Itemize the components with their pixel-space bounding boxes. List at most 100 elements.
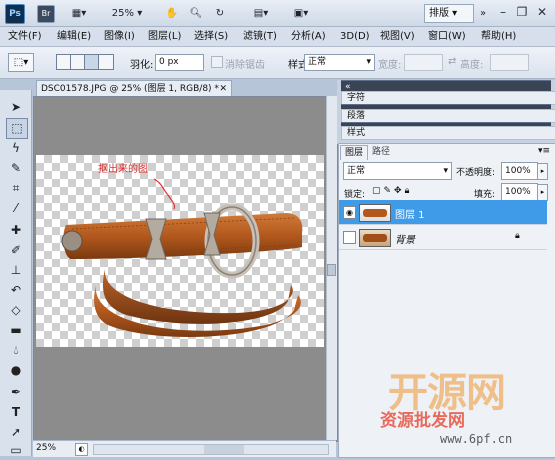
status-zoom[interactable]: 25% [36,443,56,453]
width-input[interactable] [404,54,443,71]
workspace-switcher[interactable]: 排版 ▾ [424,4,474,23]
fill-slider-button[interactable]: ▸ [537,184,548,201]
move-tool-icon[interactable]: ➤ [6,98,26,117]
tab-layers[interactable]: 图层 [340,145,369,160]
style-dropdown[interactable]: 正常 ▾ [304,54,375,71]
menu-window[interactable]: 窗口(W) [428,27,466,46]
fill-input[interactable]: 100% [501,183,538,201]
antialias-label: 消除锯齿 [225,60,265,71]
photoshop-logo: Ps [5,4,25,24]
horizontal-scrollbar[interactable] [93,444,329,455]
panel-menu-icon[interactable]: ▾≡ [538,146,550,156]
opacity-input[interactable]: 100% [501,162,538,180]
tab-paths[interactable]: 路径 [368,145,394,159]
lock-label: 锁定: [344,190,366,200]
scroll-thumb[interactable] [327,264,336,276]
close-icon[interactable]: ✕ [533,3,551,21]
zoom-tool-icon[interactable]: 🔍︎ [186,4,206,24]
opacity-label: 不透明度: [456,168,496,178]
blend-mode-dropdown[interactable]: 正常 ▾ [343,162,452,180]
history-brush-tool-icon[interactable]: ↶ [6,281,26,300]
quick-select-tool-icon[interactable]: ✎ [6,159,26,178]
eraser-tool-icon[interactable]: ◇ [6,301,26,320]
blur-tool-icon[interactable]: 💧︎ [6,341,26,360]
status-bar: 25% ◐ [33,440,336,457]
healing-brush-tool-icon[interactable]: ✚ [6,221,26,240]
toolbox: ➤ ⬚ ϟ ✎ ⌗ ⁄ ✚ ✐ ⊥ ↶ ◇ ▬ 💧︎ ● ✒ T ➚ ▭ [0,90,32,457]
layer-row-background[interactable]: 背景 🔒︎ [339,225,547,250]
view-extras-button[interactable]: ▦▾ [64,4,94,24]
screen-mode-button[interactable]: ▣▾ [285,4,317,24]
crop-tool-icon[interactable]: ⌗ [6,179,26,198]
rotate-view-icon[interactable]: ↻ [210,4,230,24]
menu-3d[interactable]: 3D(D) [340,27,370,46]
type-tool-icon[interactable]: T [6,403,26,422]
marquee-tool-icon[interactable]: ⬚ [6,118,28,139]
zoom-level-dropdown[interactable]: 25% ▾ [106,4,148,24]
menu-image[interactable]: 图像(I) [104,27,135,46]
menu-view[interactable]: 视图(V) [380,27,415,46]
lasso-tool-icon[interactable]: ϟ [6,139,26,158]
width-label: 宽度: [378,60,402,71]
options-bar: ⬚▾ 羽化: 0 px 消除锯齿 样式: 正常 ▾ 宽度: ⇄ 高度: [0,47,555,79]
bridge-button[interactable]: Br [37,5,55,23]
menu-layer[interactable]: 图层(L) [148,27,181,46]
belt-image [61,178,303,337]
visibility-eye-icon[interactable]: ◉ [343,206,356,219]
blend-mode-value: 正常 [347,166,366,176]
minimize-icon[interactable]: – [494,3,512,21]
document-tab[interactable]: DSC01578.JPG @ 25% (图层 1, RGB/8) * ✕ [36,80,232,97]
arrange-documents-button[interactable]: ▤▾ [245,4,277,24]
menu-filter[interactable]: 滤镜(T) [243,27,277,46]
vertical-scrollbar[interactable] [326,96,337,440]
menu-bar: 文件(F) 编辑(E) 图像(I) 图层(L) 选择(S) 滤镜(T) 分析(A… [0,27,555,47]
hand-tool-icon[interactable]: ✋ [162,4,182,24]
layer-thumbnail [359,204,391,222]
style-value: 正常 [308,57,327,67]
opacity-slider-button[interactable]: ▸ [537,163,548,180]
panel-styles[interactable]: 样式 [341,126,555,140]
menu-edit[interactable]: 编辑(E) [57,27,91,46]
eyedropper-tool-icon[interactable]: ⁄ [6,199,26,218]
dodge-tool-icon[interactable]: ● [6,361,26,380]
lock-icons[interactable]: ▢✎✥🔒︎ [372,186,412,196]
lock-icon: 🔒︎ [515,231,520,241]
intersect-selection-icon[interactable] [98,54,114,70]
layer-row-layer1[interactable]: ◉ 图层 1 [339,200,547,225]
panel-paragraph[interactable]: 段落 [341,109,555,123]
panel-character[interactable]: 字符 [341,91,555,105]
path-select-tool-icon[interactable]: ➚ [6,423,26,442]
height-label: 高度: [460,60,484,71]
clone-stamp-tool-icon[interactable]: ⊥ [6,261,26,280]
menu-help[interactable]: 帮助(H) [481,27,516,46]
status-info-icon[interactable]: ◐ [75,443,88,456]
zoom-level: 25% [111,8,135,19]
menu-analysis[interactable]: 分析(A) [291,27,326,46]
layer-name[interactable]: 图层 1 [395,206,425,221]
swap-dimensions-icon[interactable]: ⇄ [448,56,456,67]
visibility-eye-icon[interactable] [343,231,356,244]
layer-name[interactable]: 背景 [395,231,415,246]
feather-input[interactable]: 0 px [155,54,204,71]
antialias-checkbox[interactable] [211,56,223,68]
watermark: 开源网 资源批发网 www.6pf.cn [360,360,555,456]
document-title: DSC01578.JPG @ 25% (图层 1, RGB/8) * [41,84,219,94]
close-document-icon[interactable]: ✕ [219,81,227,97]
watermark-tagline: 资源批发网 [380,411,465,431]
brush-tool-icon[interactable]: ✐ [6,241,26,260]
fill-label: 填充: [474,190,496,200]
horizontal-scroll-thumb[interactable] [204,445,244,454]
layer-thumbnail [359,229,391,247]
height-input[interactable] [490,54,529,71]
application-bar: Ps Br ▦▾ 25% ▾ ✋ 🔍︎ ↻ ▤▾ ▣▾ 排版 ▾ » – ❐ ✕ [0,0,555,27]
feather-label: 羽化: [130,60,154,71]
workspace-name: 排版 [429,8,449,19]
gradient-tool-icon[interactable]: ▬ [6,321,26,340]
pen-tool-icon[interactable]: ✒ [6,383,26,402]
shape-tool-icon[interactable]: ▭ [6,441,26,460]
tool-preset-picker[interactable]: ⬚▾ [8,53,34,72]
menu-file[interactable]: 文件(F) [8,27,42,46]
restore-icon[interactable]: ❐ [513,3,531,21]
menu-select[interactable]: 选择(S) [194,27,228,46]
more-workspaces-icon[interactable]: » [474,4,492,24]
